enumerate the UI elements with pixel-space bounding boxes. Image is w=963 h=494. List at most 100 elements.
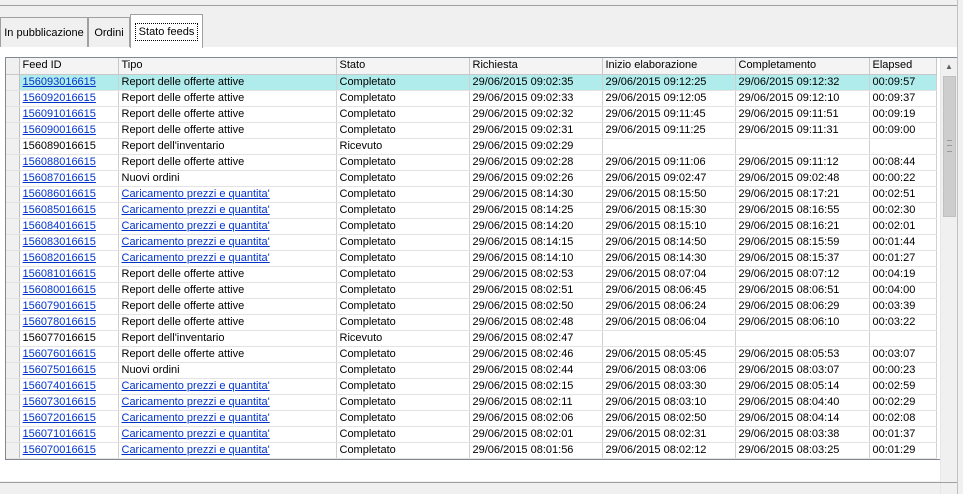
feed-id-link[interactable]: 156090016615 [23, 124, 96, 136]
row-header[interactable] [6, 202, 20, 219]
feed-id-link[interactable]: 156076016615 [23, 348, 96, 360]
row-header[interactable] [6, 426, 20, 443]
row-header[interactable] [6, 394, 20, 411]
feed-id-link[interactable]: 156081016615 [23, 268, 96, 280]
row-header[interactable] [6, 186, 20, 203]
table-row[interactable]: 156080016615 Report delle offerte attive C… [6, 282, 937, 299]
feed-id-link[interactable]: 156083016615 [23, 236, 96, 248]
table-row[interactable]: 156089016615 Report dell'inventario Ricevu… [6, 138, 937, 155]
scroll-thumb[interactable] [943, 76, 956, 217]
table-row[interactable]: 156085016615 Caricamento prezzi e quantit… [6, 202, 937, 219]
row-header[interactable] [6, 90, 20, 107]
tab-ordini[interactable]: Ordini [88, 17, 130, 47]
feed-id-link[interactable]: 156073016615 [23, 396, 96, 408]
feed-id-link[interactable]: 156086016615 [23, 188, 96, 200]
tab-stato-feeds[interactable]: Stato feeds [130, 14, 203, 48]
table-row[interactable]: 156081016615 Report delle offerte attive C… [6, 266, 937, 283]
row-header[interactable] [6, 362, 20, 379]
row-header[interactable] [6, 138, 20, 155]
feed-id-link[interactable]: 156075016615 [23, 364, 96, 376]
row-header[interactable] [6, 218, 20, 235]
table-row[interactable]: 156088016615 Report delle offerte attive C… [6, 154, 937, 171]
column-header-elapsed[interactable]: Elapsed [869, 58, 937, 75]
column-header-inizio-elaborazione[interactable]: Inizio elaborazione [602, 58, 736, 75]
feed-id-link[interactable]: 156072016615 [23, 412, 96, 424]
tipo-link[interactable]: Caricamento prezzi e quantita' [122, 428, 270, 440]
row-header[interactable] [6, 410, 20, 427]
cell-inizio-elaborazione: 29/06/2015 09:11:45 [602, 106, 736, 123]
row-header[interactable] [6, 442, 20, 459]
vertical-scrollbar[interactable]: ▲ ▼ [940, 58, 957, 494]
tipo-link[interactable]: Caricamento prezzi e quantita' [122, 412, 270, 424]
table-row[interactable]: 156093016615 Report delle offerte attive C… [6, 74, 937, 91]
feed-id-link[interactable]: 156091016615 [23, 108, 96, 120]
column-header-feed-id[interactable]: Feed ID [19, 58, 119, 75]
feed-id-link[interactable]: 156092016615 [23, 92, 96, 104]
row-header[interactable] [6, 250, 20, 267]
table-row[interactable]: 156084016615 Caricamento prezzi e quantit… [6, 218, 937, 235]
row-header[interactable] [6, 122, 20, 139]
tipo-link[interactable]: Caricamento prezzi e quantita' [122, 236, 270, 248]
feed-id-link[interactable]: 156087016615 [23, 172, 96, 184]
tipo-link[interactable]: Caricamento prezzi e quantita' [122, 204, 270, 216]
tab-in-pubblicazione[interactable]: In pubblicazione [0, 17, 88, 47]
feed-id-link[interactable]: 156071016615 [23, 428, 96, 440]
cell-feed-id: 156077016615 [19, 330, 119, 347]
row-header[interactable] [6, 74, 20, 91]
table-row[interactable]: 156071016615 Caricamento prezzi e quantit… [6, 426, 937, 443]
table-row[interactable]: 156092016615 Report delle offerte attive C… [6, 90, 937, 107]
table-row[interactable]: 156083016615 Caricamento prezzi e quantit… [6, 234, 937, 251]
table-row[interactable]: 156082016615 Caricamento prezzi e quantit… [6, 250, 937, 267]
tipo-link[interactable]: Caricamento prezzi e quantita' [122, 220, 270, 232]
feed-id-link[interactable]: 156085016615 [23, 204, 96, 216]
feed-id-link[interactable]: 156080016615 [23, 284, 96, 296]
table-row[interactable]: 156090016615 Report delle offerte attive C… [6, 122, 937, 139]
row-header[interactable] [6, 298, 20, 315]
tipo-link[interactable]: Caricamento prezzi e quantita' [122, 444, 270, 456]
tipo-link[interactable]: Caricamento prezzi e quantita' [122, 380, 270, 392]
table-row[interactable]: 156087016615 Nuovi ordini Completato 29/06/… [6, 170, 937, 187]
feed-id-link[interactable]: 156070016615 [23, 444, 96, 456]
row-header[interactable] [6, 234, 20, 251]
column-header-stato[interactable]: Stato [336, 58, 470, 75]
column-header-completamento[interactable]: Completamento [735, 58, 870, 75]
row-header[interactable] [6, 346, 20, 363]
table-row[interactable]: 156091016615 Report delle offerte attive C… [6, 106, 937, 123]
feed-id-link[interactable]: 156074016615 [23, 380, 96, 392]
column-header-richiesta[interactable]: Richiesta [469, 58, 603, 75]
table-row[interactable]: 156078016615 Report delle offerte attive C… [6, 314, 937, 331]
row-header[interactable] [6, 330, 20, 347]
table-row[interactable]: 156073016615 Caricamento prezzi e quantit… [6, 394, 937, 411]
feeds-grid[interactable]: Feed ID Tipo Stato Richiesta Inizio elab… [5, 57, 958, 494]
feed-id-link[interactable]: 156078016615 [23, 316, 96, 328]
scroll-down-button[interactable]: ▼ [941, 489, 957, 494]
column-header-tipo[interactable]: Tipo [118, 58, 337, 75]
row-header[interactable] [6, 266, 20, 283]
table-row[interactable]: 156077016615 Report dell'inventario Ricevu… [6, 330, 937, 347]
feed-id-link[interactable]: 156093016615 [23, 76, 96, 88]
table-row[interactable]: 156079016615 Report delle offerte attive C… [6, 298, 937, 315]
table-row[interactable]: 156070016615 Caricamento prezzi e quantit… [6, 442, 937, 459]
feed-id-link[interactable]: 156084016615 [23, 220, 96, 232]
cell-stato: Completato [336, 186, 470, 203]
tipo-link[interactable]: Caricamento prezzi e quantita' [122, 252, 270, 264]
row-header[interactable] [6, 314, 20, 331]
table-row[interactable]: 156072016615 Caricamento prezzi e quantit… [6, 410, 937, 427]
row-header[interactable] [6, 154, 20, 171]
cell-tipo: Report delle offerte attive [118, 298, 337, 315]
feed-id-link[interactable]: 156082016615 [23, 252, 96, 264]
table-row[interactable]: 156075016615 Nuovi ordini Completato 29/06/… [6, 362, 937, 379]
tipo-link[interactable]: Caricamento prezzi e quantita' [122, 396, 270, 408]
row-header[interactable] [6, 378, 20, 395]
scroll-up-button[interactable]: ▲ [941, 58, 957, 74]
table-row[interactable]: 156086016615 Caricamento prezzi e quantit… [6, 186, 937, 203]
cell-feed-id: 156093016615 [19, 74, 119, 91]
table-row[interactable]: 156076016615 Report delle offerte attive C… [6, 346, 937, 363]
row-header[interactable] [6, 282, 20, 299]
row-header[interactable] [6, 106, 20, 123]
table-row[interactable]: 156074016615 Caricamento prezzi e quantit… [6, 378, 937, 395]
row-header[interactable] [6, 170, 20, 187]
tipo-link[interactable]: Caricamento prezzi e quantita' [122, 188, 270, 200]
feed-id-link[interactable]: 156079016615 [23, 300, 96, 312]
feed-id-link[interactable]: 156088016615 [23, 156, 96, 168]
